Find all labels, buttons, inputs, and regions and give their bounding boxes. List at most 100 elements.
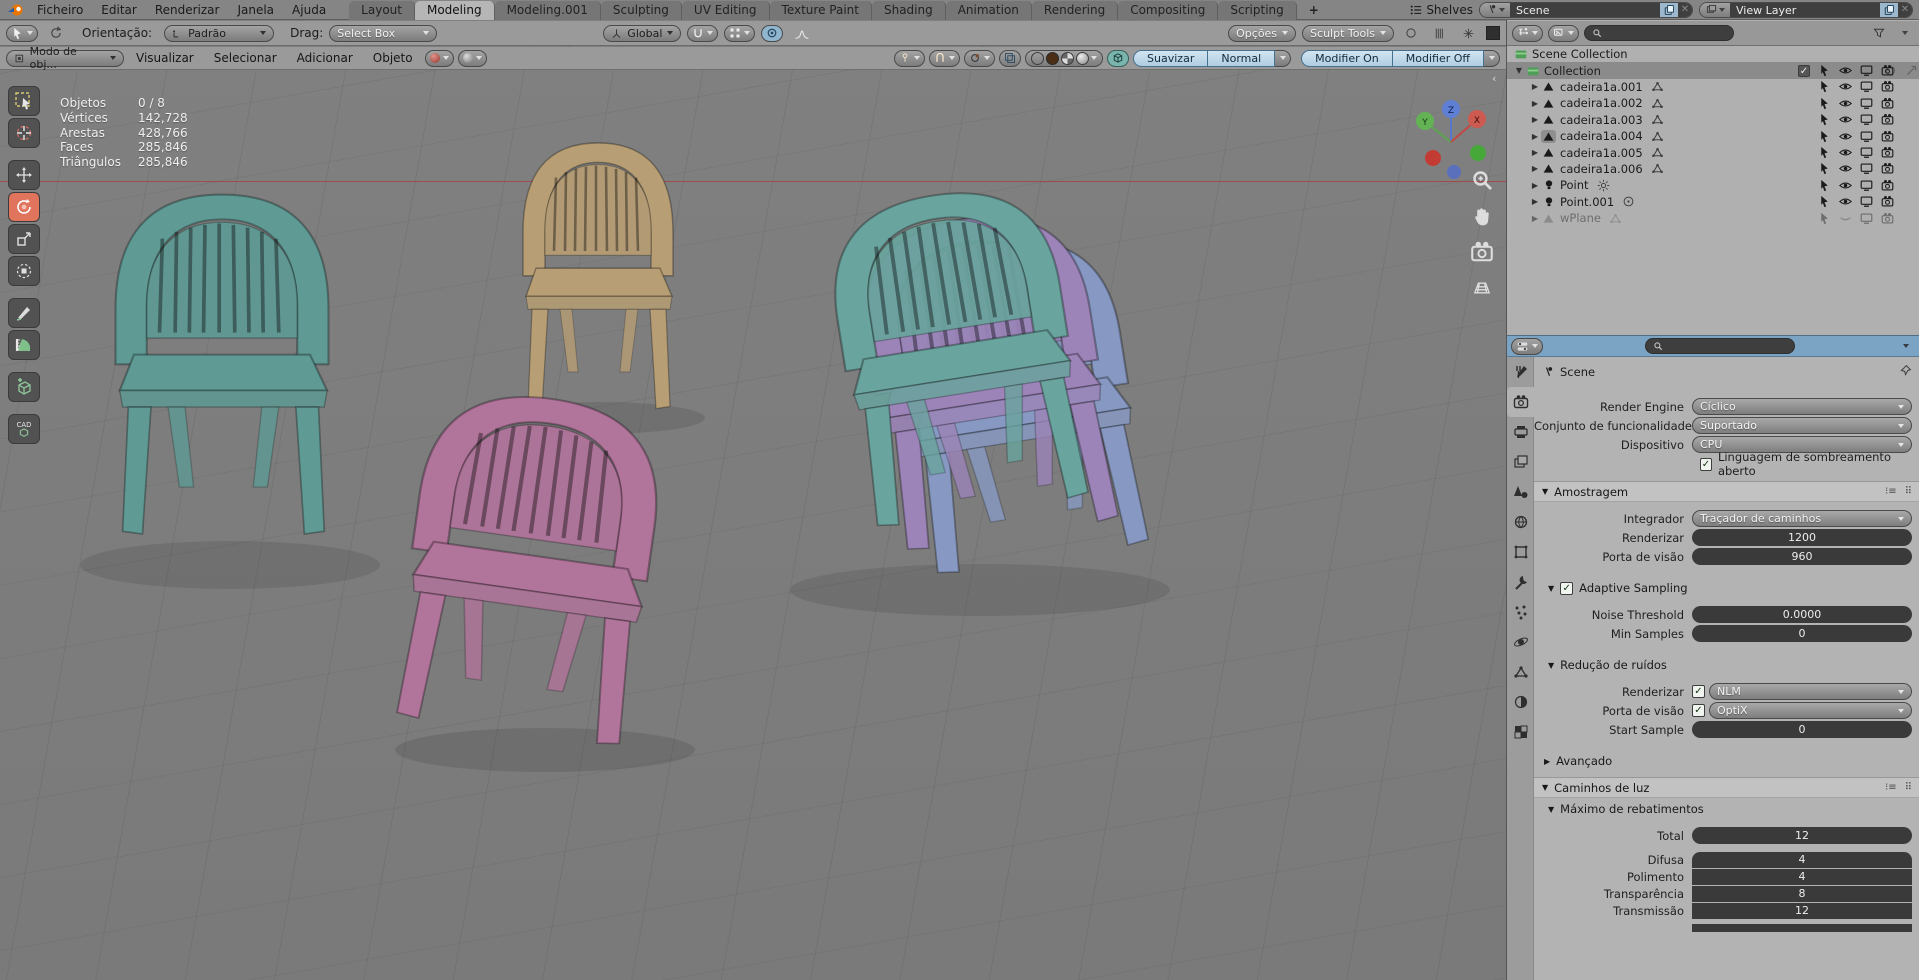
tool-rotate[interactable] xyxy=(8,192,40,222)
viewport-disable-icon[interactable] xyxy=(1860,162,1873,175)
shading-rendered-icon[interactable] xyxy=(1076,51,1090,65)
transform-orientation-dropdown[interactable]: Global xyxy=(603,24,682,42)
render-disable-icon[interactable] xyxy=(1881,80,1894,93)
smooth-cube-icon[interactable] xyxy=(1107,49,1130,67)
view-layer-browse-icon[interactable] xyxy=(1700,2,1730,17)
smooth-options-chevron[interactable] xyxy=(1275,49,1292,67)
tab-modeling[interactable]: Modeling xyxy=(414,0,495,20)
viewport-disable-icon[interactable] xyxy=(1860,195,1873,208)
outliner-row-object-hidden[interactable]: ▶ wPlane xyxy=(1507,210,1919,226)
tab-shading[interactable]: Shading xyxy=(871,0,946,20)
tab-layout[interactable]: Layout xyxy=(349,0,415,20)
tool-add-primitive[interactable] xyxy=(8,372,40,402)
tab-tool[interactable] xyxy=(1507,357,1534,387)
modifier-on-button[interactable]: Modifier On xyxy=(1301,49,1393,67)
pin-icon[interactable] xyxy=(1899,364,1912,380)
selectable-icon[interactable] xyxy=(1818,195,1831,208)
adaptive-sampling-checkbox[interactable]: ✓ xyxy=(1560,581,1574,595)
viewport-disable-icon[interactable] xyxy=(1860,146,1873,159)
tool-annotate[interactable] xyxy=(8,298,40,328)
scene-copy-icon[interactable] xyxy=(1660,2,1678,17)
matcap-dropdown[interactable] xyxy=(457,49,487,67)
mode-dropdown[interactable]: Modo de obj... xyxy=(6,45,124,71)
subsection-denoising[interactable]: ▼ Redução de ruídos xyxy=(1534,654,1919,675)
snap-dropdown[interactable] xyxy=(687,24,719,42)
tab-physics[interactable] xyxy=(1507,627,1534,657)
outliner-row-object[interactable]: ▶ cadeira1a.005 xyxy=(1507,144,1919,160)
viewport-disable-icon[interactable] xyxy=(1860,64,1873,77)
holdout-icon[interactable] xyxy=(1884,64,1897,77)
viewport-3d[interactable]: Objetos 0 / 8 Vértices 142,728 Arestas 428,… xyxy=(0,0,1506,980)
pan-hand-icon[interactable] xyxy=(1470,205,1496,231)
render-disable-icon[interactable] xyxy=(1881,162,1894,175)
menu-help[interactable]: Ajuda xyxy=(283,0,335,20)
subsection-max-bounces[interactable]: ▼ Máximo de rebatimentos xyxy=(1534,798,1919,819)
outliner-row-object[interactable]: ▶ cadeira1a.002 xyxy=(1507,95,1919,111)
disclosure-open-icon[interactable]: ▼ xyxy=(1513,66,1525,75)
transparency-bounces-field[interactable]: 8 xyxy=(1692,886,1912,902)
tab-compositing[interactable]: Compositing xyxy=(1118,0,1219,20)
outliner-row-object-active[interactable]: ▶ cadeira1a.004 xyxy=(1507,128,1919,144)
tab-object[interactable] xyxy=(1507,537,1534,567)
gizmo-toggle-icon[interactable] xyxy=(1400,25,1422,42)
tool-cursor[interactable] xyxy=(8,118,40,148)
selectable-icon[interactable] xyxy=(1818,162,1831,175)
shading-material-icon[interactable] xyxy=(1061,51,1075,65)
menu-edit[interactable]: Editar xyxy=(92,0,146,20)
tool-scale[interactable] xyxy=(8,224,40,254)
hide-eye-icon[interactable] xyxy=(1839,64,1852,77)
render-disable-icon[interactable] xyxy=(1881,179,1894,192)
hide-eye-icon[interactable] xyxy=(1839,162,1852,175)
viewport-disable-icon[interactable] xyxy=(1860,212,1873,225)
viewport-disable-icon[interactable] xyxy=(1860,80,1873,93)
shading-solid-icon[interactable] xyxy=(1046,51,1060,65)
tab-rendering[interactable]: Rendering xyxy=(1031,0,1119,20)
view-layer-copy-icon[interactable] xyxy=(1880,2,1898,17)
view-layer-selector[interactable]: View Layer ✕ xyxy=(1699,1,1913,18)
tab-sculpting[interactable]: Sculpting xyxy=(600,0,682,20)
selectable-icon[interactable] xyxy=(1818,64,1831,77)
tab-uv-editing[interactable]: UV Editing xyxy=(681,0,770,20)
shading-wireframe-icon[interactable] xyxy=(1031,51,1045,65)
section-sampling[interactable]: ▼ Amostragem ⁝≡ ⠿ xyxy=(1534,481,1919,502)
tab-particles[interactable] xyxy=(1507,597,1534,627)
denoise-viewport-dropdown[interactable]: OptiX xyxy=(1709,702,1912,719)
tab-texture[interactable] xyxy=(1507,717,1534,747)
proportional-editing-toggle[interactable] xyxy=(761,24,784,42)
indirect-only-icon[interactable] xyxy=(1905,64,1918,77)
tab-scripting[interactable]: Scripting xyxy=(1218,0,1297,20)
outliner-row-object[interactable]: ▶ cadeira1a.003 xyxy=(1507,112,1919,128)
orientation-dropdown[interactable]: Padrão xyxy=(164,24,275,42)
tool-move[interactable] xyxy=(8,160,40,190)
tab-render[interactable] xyxy=(1507,387,1534,417)
menu-file[interactable]: Ficheiro xyxy=(28,0,92,20)
outliner-filter-icon[interactable] xyxy=(1868,25,1890,42)
render-engine-dropdown[interactable]: Cíclico xyxy=(1692,398,1912,415)
options-dropdown[interactable]: Opções xyxy=(1228,24,1297,42)
hide-eye-icon[interactable] xyxy=(1839,80,1852,93)
menu-select[interactable]: Selecionar xyxy=(206,50,285,66)
tool-cad-transform[interactable]: CAD xyxy=(8,414,40,444)
editor-type-properties-button[interactable] xyxy=(1511,337,1543,355)
subsection-advanced[interactable]: ▶ Avançado xyxy=(1534,750,1919,771)
hide-eye-icon[interactable] xyxy=(1839,130,1852,143)
selectable-icon[interactable] xyxy=(1818,179,1831,192)
pivot-point-dropdown[interactable] xyxy=(894,49,926,67)
denoise-render-checkbox[interactable]: ✓ xyxy=(1692,685,1705,698)
hide-eye-icon[interactable] xyxy=(1839,113,1852,126)
tab-material[interactable] xyxy=(1507,687,1534,717)
outliner-row-collection[interactable]: ▼ Collection ✓ xyxy=(1507,62,1919,79)
viewport-disable-icon[interactable] xyxy=(1860,113,1873,126)
tab-view-layer[interactable] xyxy=(1507,447,1534,477)
proportional-falloff-icon[interactable] xyxy=(789,25,815,42)
glossy-bounces-field[interactable]: 4 xyxy=(1692,869,1912,885)
selectable-icon[interactable] xyxy=(1818,146,1831,159)
selectable-icon[interactable] xyxy=(1818,212,1831,225)
viewport-disable-icon[interactable] xyxy=(1860,179,1873,192)
hide-eye-icon[interactable] xyxy=(1839,146,1852,159)
modifier-off-button[interactable]: Modifier Off xyxy=(1392,49,1484,67)
section-light-paths[interactable]: ▼ Caminhos de luz ⁝≡ ⠿ xyxy=(1534,777,1919,798)
collection-checkbox[interactable]: ✓ xyxy=(1798,64,1810,77)
selectable-icon[interactable] xyxy=(1818,80,1831,93)
overlay-toggle-button[interactable] xyxy=(999,49,1022,67)
